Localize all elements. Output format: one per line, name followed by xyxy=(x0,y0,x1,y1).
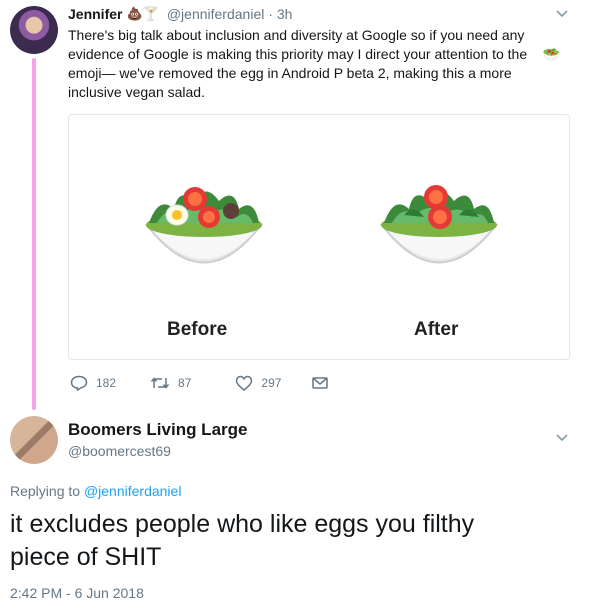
salad-emoji-inline: 🥗 xyxy=(542,46,560,62)
author-name[interactable]: Jennifer xyxy=(68,6,122,22)
salad-with-egg-image xyxy=(144,187,264,264)
reply-text: it excludes people who like eggs you fil… xyxy=(10,508,580,574)
vegan-salad-image xyxy=(379,185,499,264)
tweet-text-line: emoji— we've removed the egg in Android … xyxy=(68,65,512,81)
avatar[interactable] xyxy=(10,6,58,54)
replying-to: Replying to @jenniferdaniel xyxy=(10,483,181,499)
chevron-down-icon[interactable] xyxy=(555,430,569,447)
envelope-icon xyxy=(312,377,329,389)
reply-count: 182 xyxy=(96,376,117,390)
reply-text-line: piece of SHIT xyxy=(10,543,162,571)
media-card[interactable]: Before After xyxy=(68,114,570,360)
author-name[interactable]: Boomers Living Large xyxy=(68,420,247,440)
reply-button[interactable]: 182 xyxy=(70,375,116,391)
tweet-text-line: There's big talk about inclusion and div… xyxy=(68,27,525,43)
chevron-down-icon[interactable] xyxy=(555,6,569,23)
tweet-actions: 182 87 297 xyxy=(70,375,329,391)
like-count: 297 xyxy=(261,376,282,390)
replying-prefix: Replying to xyxy=(10,483,84,499)
retweet-count: 87 xyxy=(178,376,192,390)
timestamp[interactable]: 2:42 PM - 6 Jun 2018 xyxy=(10,585,144,601)
tweet-text: There's big talk about inclusion and div… xyxy=(68,26,568,102)
heart-icon xyxy=(236,375,253,391)
avatar[interactable] xyxy=(10,416,58,464)
retweet-button[interactable]: 87 xyxy=(150,375,191,391)
tweet-text-line: inclusive vegan salad. xyxy=(68,84,205,100)
author-handle[interactable]: @boomercest69 xyxy=(68,443,171,459)
before-label: Before xyxy=(167,319,228,340)
retweet-icon xyxy=(150,377,170,389)
author-handle[interactable]: @jenniferdaniel xyxy=(167,6,265,22)
reply-icon xyxy=(70,375,88,391)
mention-link[interactable]: @jenniferdaniel xyxy=(84,483,182,499)
like-button[interactable]: 297 xyxy=(235,375,281,391)
name-emojis: 💩🍸 xyxy=(126,6,159,21)
thread-line xyxy=(32,58,36,410)
reply-text-line: it excludes people who like eggs you fil… xyxy=(10,510,475,538)
tweet-text-line: evidence of Google is making this priori… xyxy=(68,46,528,62)
tweet-header: Jennifer 💩🍸 @jenniferdaniel · 3h xyxy=(68,6,292,22)
after-label: After xyxy=(414,319,459,340)
tweet-time[interactable]: · 3h xyxy=(268,6,292,22)
direct-message-button[interactable] xyxy=(311,375,329,391)
